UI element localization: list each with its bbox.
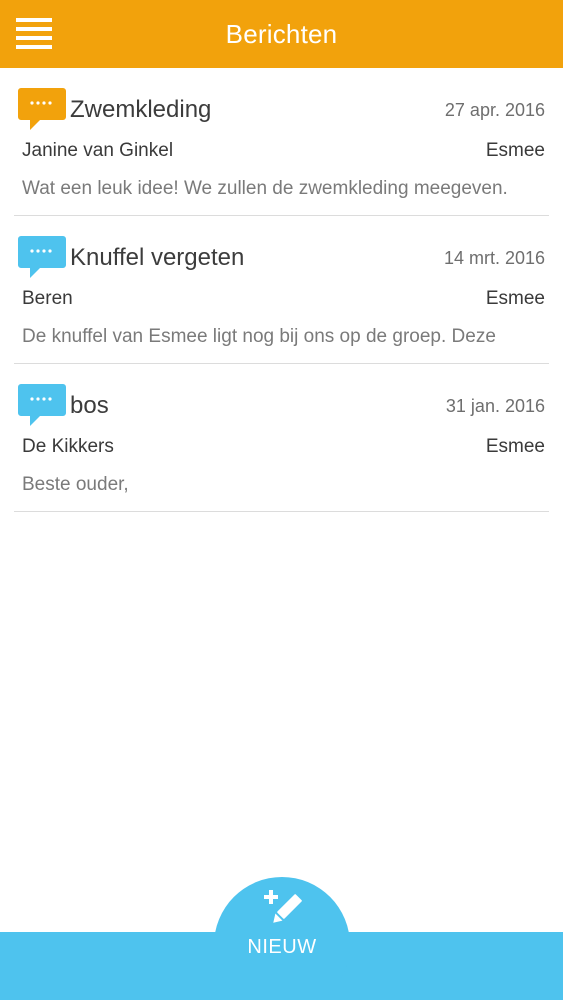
page-title: Berichten (225, 18, 338, 49)
hamburger-menu-icon (16, 18, 52, 22)
message-item[interactable]: Zwemkleding 27 apr. 2016 Janine van Gink… (14, 68, 549, 216)
chat-bubble-icon (18, 384, 66, 426)
message-item[interactable]: bos 31 jan. 2016 De Kikkers Esmee Beste … (14, 364, 549, 512)
message-item[interactable]: Knuffel vergeten 14 mrt. 2016 Beren Esme… (14, 216, 549, 364)
app-header: Berichten (0, 0, 563, 68)
message-child: Esmee (485, 436, 545, 457)
message-subject: Zwemkleding (70, 96, 212, 123)
new-message-label: NIEUW (247, 936, 317, 958)
message-subject: bos (70, 392, 109, 419)
message-sender: Beren (22, 288, 73, 309)
message-subject: Knuffel vergeten (70, 244, 245, 271)
message-date: 31 jan. 2016 (445, 396, 545, 416)
message-date: 27 apr. 2016 (444, 100, 545, 120)
hamburger-menu-icon-line (16, 27, 52, 31)
message-preview: Beste ouder, (22, 474, 129, 495)
chat-bubble-icon (18, 88, 66, 130)
message-child: Esmee (485, 288, 545, 309)
message-preview: Wat een leuk idee! We zullen de zwemkled… (22, 178, 508, 199)
hamburger-menu-icon-line (16, 36, 52, 40)
compose-pencil-icon (264, 890, 302, 923)
chat-bubble-icon (18, 236, 66, 278)
message-sender: Janine van Ginkel (22, 140, 174, 161)
menu-button[interactable] (16, 18, 52, 50)
message-preview: De knuffel van Esmee ligt nog bij ons op… (22, 326, 496, 347)
hamburger-menu-icon-line (16, 45, 52, 49)
message-list: Zwemkleding 27 apr. 2016 Janine van Gink… (14, 68, 549, 512)
message-child: Esmee (485, 140, 545, 161)
message-date: 14 mrt. 2016 (443, 248, 545, 268)
app-root: Berichten Zwemkleding 27 apr. 2016 Janin… (0, 0, 563, 1000)
message-sender: De Kikkers (22, 436, 114, 457)
